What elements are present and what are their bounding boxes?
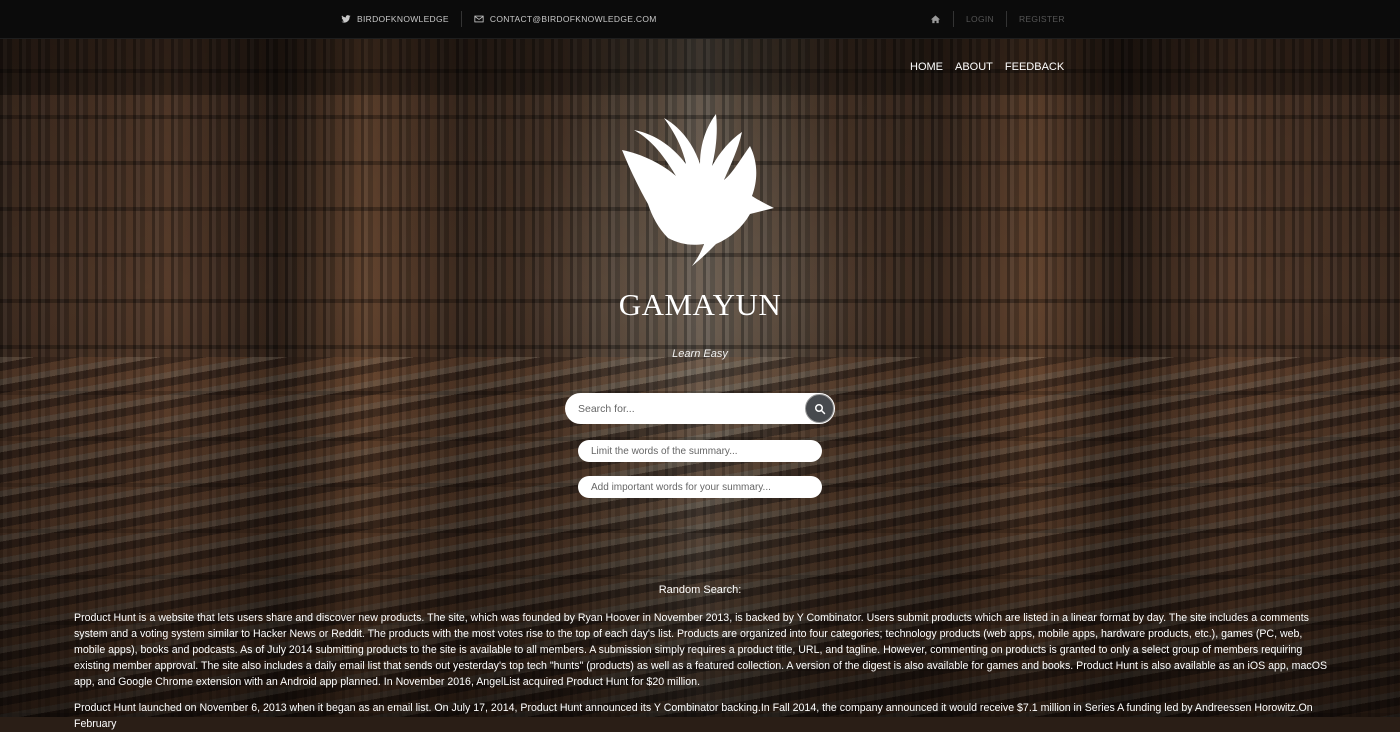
site-brand: GAMAYUN [618, 287, 782, 322]
nav-menu: HOME ABOUT FEEDBACK [904, 39, 1070, 95]
home-icon[interactable] [930, 14, 941, 25]
envelope-icon [474, 15, 484, 23]
twitter-link[interactable]: BIRDOFKNOWLEDGE [341, 14, 449, 24]
nav-home[interactable]: HOME [910, 61, 943, 73]
random-search-paragraph: Product Hunt is a website that lets user… [74, 612, 1328, 689]
nav-about[interactable]: ABOUT [955, 61, 993, 73]
summary-limit-input[interactable] [589, 444, 811, 458]
summary-limit-field [578, 440, 822, 462]
divider [460, 11, 462, 27]
nav-feedback[interactable]: FEEDBACK [1005, 61, 1064, 73]
magnifier-icon [814, 403, 825, 414]
summary-keywords-field [578, 476, 822, 498]
main-nav: HOME ABOUT FEEDBACK [0, 39, 1400, 95]
top-bar-account: LOGIN REGISTER [930, 0, 1065, 38]
top-bar: BIRDOFKNOWLEDGE CONTACT@BIRDOFKNOWLEDGE.… [0, 0, 1400, 39]
search-input[interactable] [576, 401, 805, 416]
divider [953, 11, 954, 27]
random-search-heading: Random Search: [658, 584, 742, 596]
bird-icon [622, 114, 774, 266]
contact-email-link[interactable]: CONTACT@BIRDOFKNOWLEDGE.COM [474, 14, 657, 24]
contact-email: CONTACT@BIRDOFKNOWLEDGE.COM [489, 14, 657, 24]
random-search-paragraph: Product Hunt launched on November 6, 201… [74, 702, 1313, 731]
register-link[interactable]: REGISTER [1019, 14, 1065, 24]
login-link[interactable]: LOGIN [966, 14, 994, 24]
site-tagline: Learn Easy [672, 348, 728, 360]
top-bar-contacts: BIRDOFKNOWLEDGE CONTACT@BIRDOFKNOWLEDGE.… [341, 0, 657, 38]
search-box [565, 393, 835, 424]
summary-keywords-input[interactable] [589, 480, 811, 494]
divider [1005, 11, 1007, 27]
twitter-handle: BIRDOFKNOWLEDGE [357, 14, 449, 24]
twitter-icon [341, 15, 351, 23]
search-button[interactable] [805, 394, 834, 423]
